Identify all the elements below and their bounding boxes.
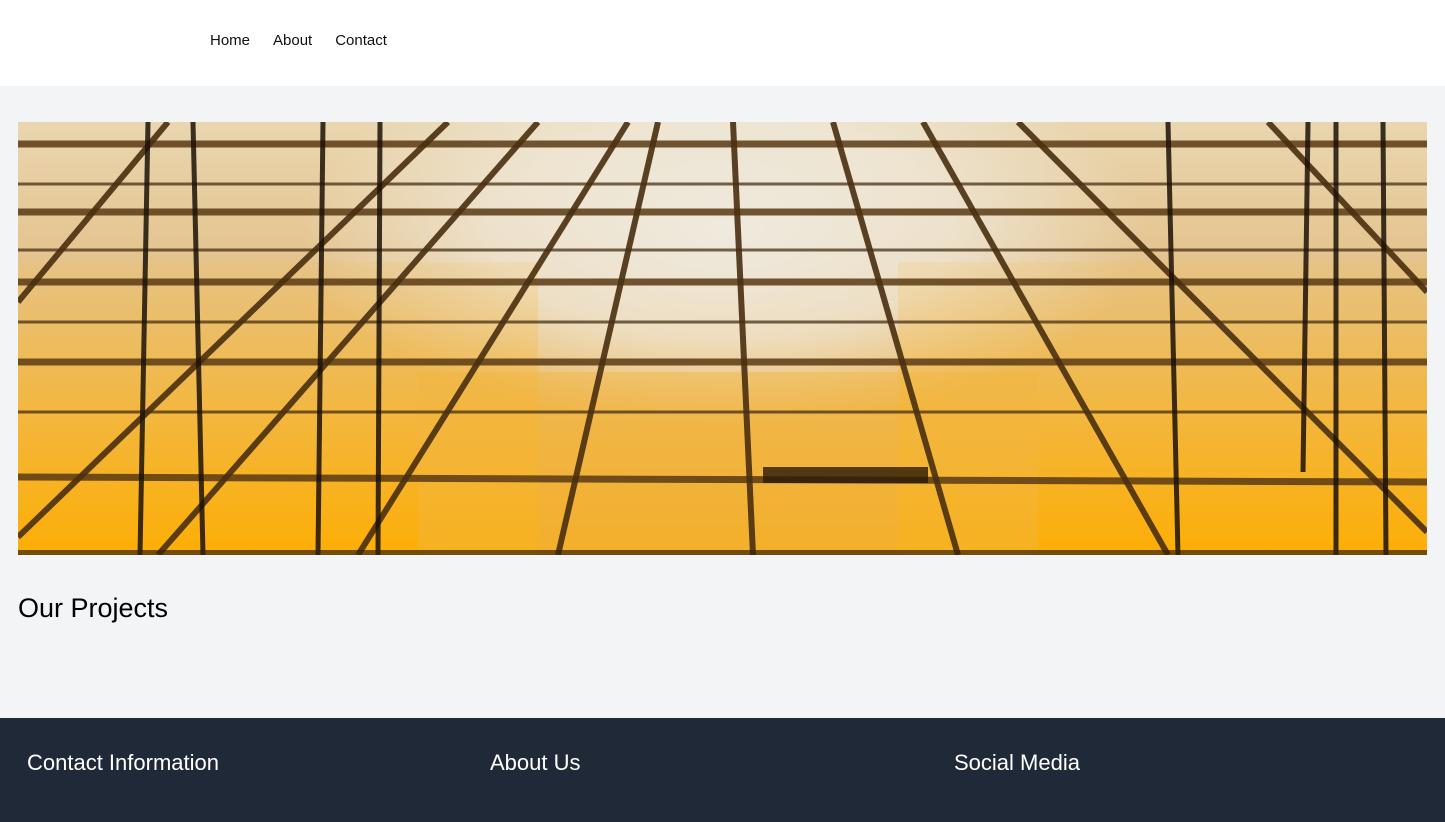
nav-link-about[interactable]: About <box>273 31 312 51</box>
hero-image <box>18 122 1427 555</box>
nav-link-contact[interactable]: Contact <box>335 31 387 51</box>
main-nav: Home About Contact <box>210 31 387 51</box>
site-header: Home About Contact <box>0 0 1445 86</box>
nav-link-home[interactable]: Home <box>210 31 250 51</box>
section-title-our-projects: Our Projects <box>18 593 169 623</box>
footer-heading-contact-information: Contact Information <box>27 750 219 775</box>
footer-heading-about-us: About Us <box>490 750 581 775</box>
site-footer: Contact Information About Us Social Medi… <box>0 718 1445 822</box>
footer-heading-social-media: Social Media <box>954 750 1080 775</box>
building-facade-illustration <box>18 122 1427 555</box>
